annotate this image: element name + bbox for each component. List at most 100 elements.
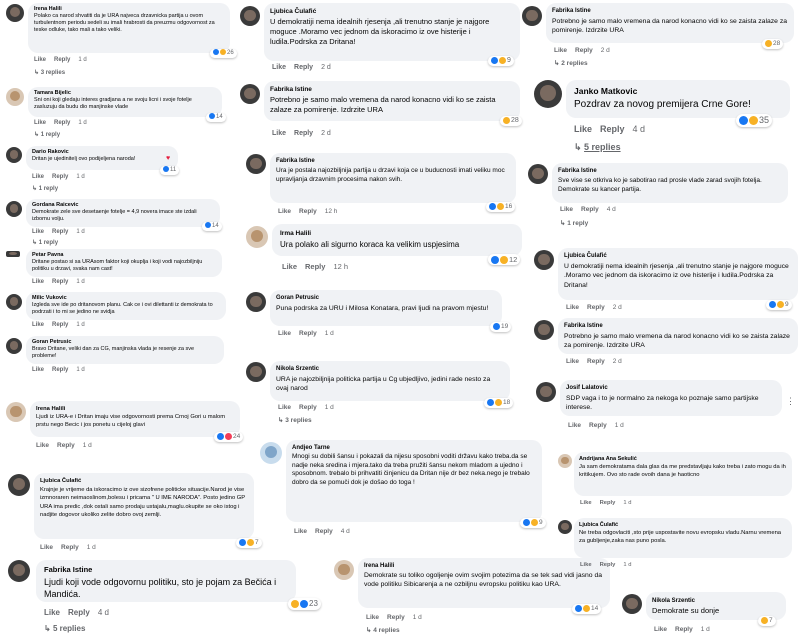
reply-button[interactable]: Reply [675, 626, 693, 633]
reply-button[interactable]: Reply [575, 47, 593, 54]
like-button[interactable]: Like [294, 528, 307, 535]
reply-button[interactable]: Reply [587, 358, 605, 365]
avatar[interactable] [534, 250, 554, 270]
reply-button[interactable]: Reply [600, 500, 616, 506]
avatar[interactable] [6, 338, 22, 354]
commenter-name[interactable]: Nikola Srzentic [276, 365, 504, 375]
reply-button[interactable]: Reply [54, 57, 70, 63]
like-button[interactable]: Like [366, 614, 379, 621]
reaction-count[interactable]: 14 [202, 222, 222, 231]
reaction-count[interactable]: 35 [736, 114, 773, 127]
reply-button[interactable]: Reply [68, 608, 90, 617]
avatar[interactable] [240, 84, 260, 104]
reaction-count[interactable]: 28 [762, 39, 784, 49]
reply-button[interactable]: Reply [299, 208, 317, 215]
avatar[interactable] [334, 560, 354, 580]
like-button[interactable]: Like [32, 367, 44, 373]
avatar[interactable] [246, 292, 266, 312]
reply-button[interactable]: Reply [315, 528, 333, 535]
commenter-name[interactable]: Irena Halili [34, 6, 224, 13]
reaction-count[interactable]: 11 [160, 166, 180, 175]
like-button[interactable]: Like [580, 562, 592, 568]
reaction-count[interactable]: 14 [206, 113, 226, 122]
avatar[interactable] [534, 80, 562, 108]
reply-button[interactable]: Reply [61, 544, 79, 551]
reaction-count[interactable]: 14 [572, 604, 602, 614]
commenter-name[interactable]: Gordana Raicevic [32, 202, 214, 209]
reply-button[interactable]: Reply [294, 130, 313, 137]
more-options-icon[interactable]: ⋮ [786, 396, 795, 407]
commenter-name[interactable]: Ljubica Čulafić [40, 477, 248, 486]
view-replies-link[interactable]: ↳ 1 reply [32, 185, 58, 192]
reaction-count[interactable]: 12 [488, 254, 521, 265]
reply-button[interactable]: Reply [299, 404, 317, 411]
reaction-count[interactable]: 16 [486, 202, 516, 212]
avatar[interactable] [246, 226, 268, 248]
commenter-name[interactable]: Petar Pavna [32, 252, 216, 259]
reply-button[interactable]: Reply [52, 322, 68, 328]
commenter-name[interactable]: Josif Lalatovic [566, 384, 776, 394]
like-button[interactable]: Like [36, 442, 49, 449]
reaction-count[interactable]: 19 [490, 322, 512, 332]
commenter-name[interactable]: Fabrika Istine [558, 167, 782, 176]
avatar[interactable] [246, 154, 266, 174]
like-button[interactable]: Like [580, 500, 592, 506]
like-button[interactable]: Like [278, 404, 291, 411]
view-replies-link[interactable]: ↳ 1 reply [34, 131, 60, 138]
commenter-name[interactable]: Goran Petrusic [276, 294, 496, 304]
commenter-name[interactable]: Ljubica Čulafić [564, 252, 792, 262]
view-replies-link[interactable]: ↳ 3 replies [278, 416, 312, 424]
commenter-name[interactable]: Ljubica Čulafić [579, 521, 787, 529]
like-button[interactable]: Like [272, 64, 286, 71]
commenter-name[interactable]: Fabrika Istine [564, 322, 792, 332]
reply-button[interactable]: Reply [587, 304, 605, 311]
commenter-name[interactable]: Tamara Bijelic [34, 90, 216, 97]
reaction-count[interactable]: 9 [520, 518, 546, 528]
commenter-name[interactable]: Irma Halili [280, 228, 514, 239]
view-replies-link[interactable]: ↳ 1 reply [32, 239, 58, 246]
avatar[interactable] [528, 164, 548, 184]
avatar[interactable] [246, 362, 266, 382]
reaction-count[interactable]: 9 [766, 300, 792, 310]
view-replies-link[interactable]: ↳ 2 replies [554, 59, 588, 67]
avatar[interactable] [8, 560, 30, 582]
reply-button[interactable]: Reply [600, 124, 625, 134]
view-replies-link[interactable]: ↳ 5 replies [574, 142, 621, 153]
reply-button[interactable]: Reply [387, 614, 405, 621]
like-button[interactable]: Like [560, 206, 573, 213]
reaction-count[interactable]: 7 [758, 616, 776, 626]
reply-button[interactable]: Reply [305, 262, 325, 271]
like-button[interactable]: Like [566, 358, 579, 365]
avatar[interactable] [6, 402, 26, 422]
commenter-name[interactable]: Fabrika Istine [552, 7, 788, 17]
reply-button[interactable]: Reply [52, 279, 68, 285]
avatar[interactable] [536, 382, 556, 402]
avatar[interactable] [8, 474, 30, 496]
view-replies-link[interactable]: ↳ 4 replies [366, 626, 400, 634]
like-button[interactable]: Like [554, 47, 567, 54]
reply-button[interactable]: Reply [52, 229, 68, 235]
like-button[interactable]: Like [278, 208, 291, 215]
avatar[interactable] [558, 454, 572, 468]
avatar[interactable] [6, 294, 22, 310]
like-button[interactable]: Like [32, 174, 44, 180]
like-button[interactable]: Like [32, 279, 44, 285]
avatar[interactable] [622, 594, 642, 614]
commenter-name[interactable]: Fabrika Istine [44, 564, 288, 576]
avatar[interactable] [240, 6, 260, 26]
like-button[interactable]: Like [574, 124, 592, 134]
view-replies-link[interactable]: ↳ 1 reply [560, 219, 588, 227]
reply-button[interactable]: Reply [589, 422, 607, 429]
like-button[interactable]: Like [568, 422, 581, 429]
like-button[interactable]: Like [44, 608, 60, 617]
reply-button[interactable]: Reply [299, 330, 317, 337]
commenter-name[interactable]: Irena Halili [36, 405, 234, 413]
reply-button[interactable]: Reply [52, 174, 68, 180]
reaction-count[interactable]: 18 [484, 398, 514, 408]
view-replies-link[interactable]: ↳ 5 replies [44, 624, 85, 633]
like-button[interactable]: Like [40, 544, 53, 551]
avatar[interactable] [6, 88, 24, 106]
view-replies-link[interactable]: ↳ 3 replies [34, 69, 65, 76]
reply-button[interactable]: Reply [581, 206, 599, 213]
reply-button[interactable]: Reply [600, 562, 616, 568]
